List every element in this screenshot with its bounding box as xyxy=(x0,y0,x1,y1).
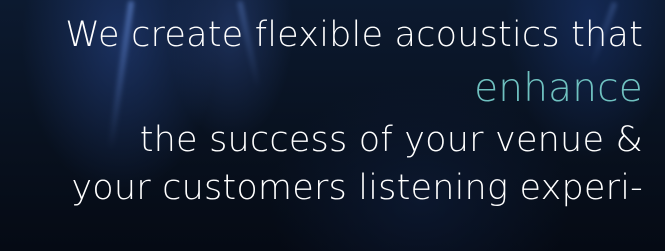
hero-banner: We create flexible acoustics that enhanc… xyxy=(0,0,665,251)
tagline-line-4: your customers listening experi- xyxy=(71,168,643,208)
tagline-accent-word: enhance xyxy=(474,66,643,111)
tagline-line-3: the success of your venue & xyxy=(139,120,643,160)
tagline-line-1: We create flexible acoustics that xyxy=(65,15,643,55)
hero-tagline: We create flexible acoustics that enhanc… xyxy=(3,8,643,212)
